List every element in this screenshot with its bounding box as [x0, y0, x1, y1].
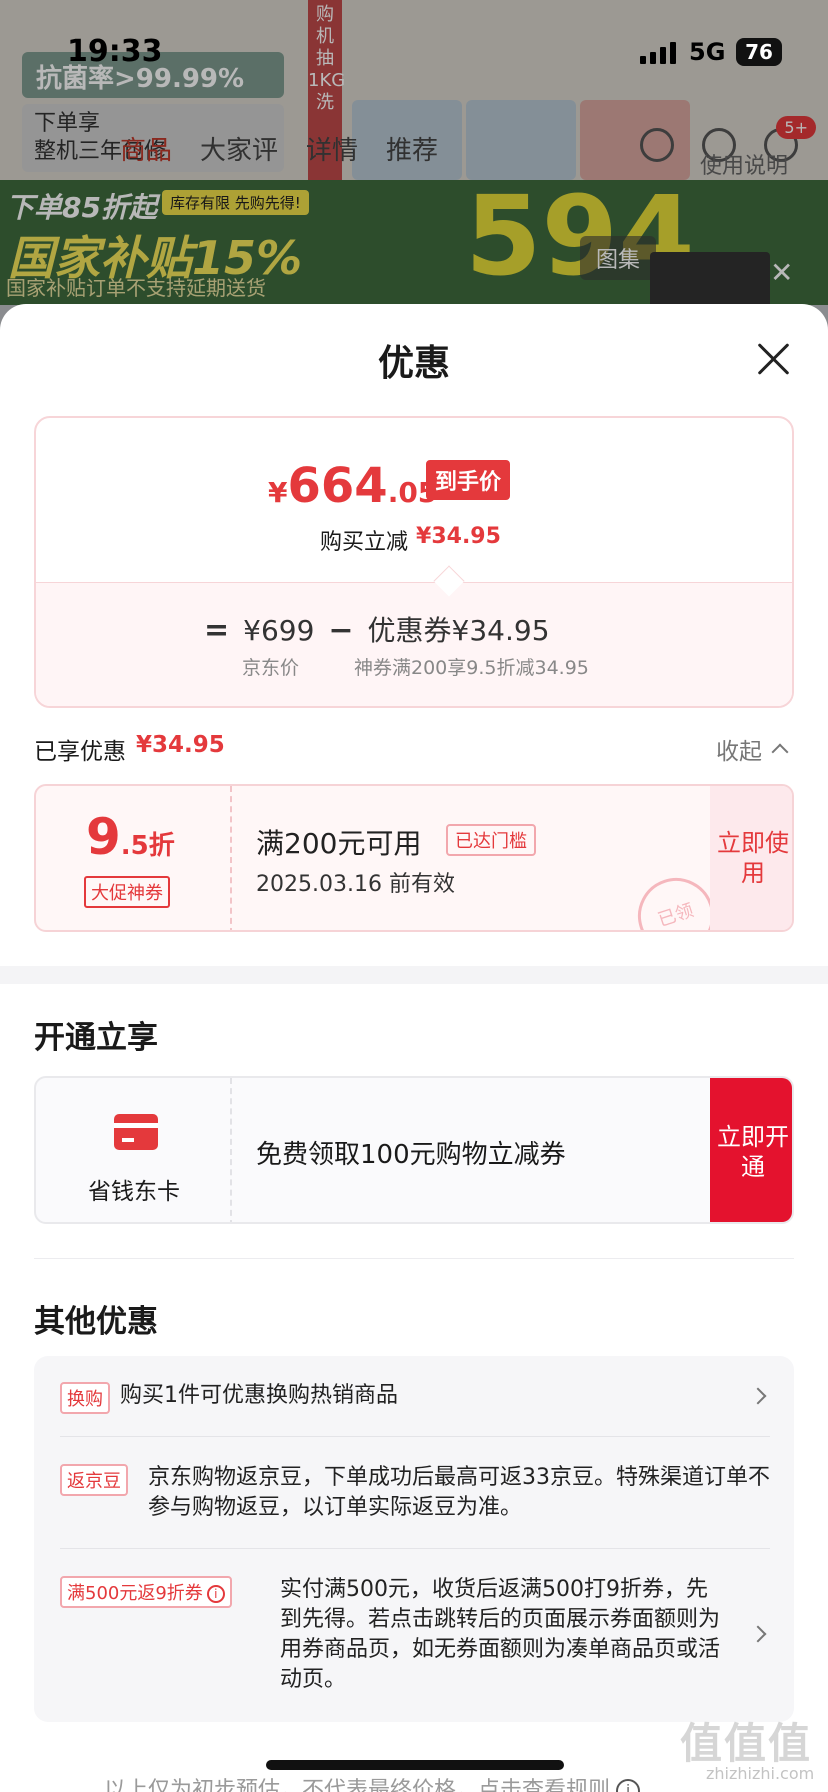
offer-tag: 满500元返9折券 i	[60, 1576, 232, 1608]
coupon-threshold-badge: 已达门槛	[446, 824, 536, 856]
disclaimer-text: 以上仅为初步预估，不代表最终价格，点击查看规则	[104, 1778, 611, 1792]
coupon-condition: 满200元可用	[256, 827, 422, 860]
info-icon[interactable]: i	[206, 1585, 225, 1603]
price-summary-card: ¥ 664 .05 到手价 购买立减 ¥34.95 = ¥699 − 优惠券¥3…	[34, 416, 794, 708]
chevron-up-icon	[771, 743, 789, 761]
offer-row-jingdou: 返京豆 京东购物返京豆，下单成功后最高可返33京豆。特殊渠道订单不参与购物返豆，…	[60, 1462, 770, 1526]
offer-text: 京东购物返京豆，下单成功后最高可返33京豆。特殊渠道订单不参与购物返豆，以订单实…	[148, 1465, 770, 1520]
enjoyed-label: 已享优惠	[34, 739, 126, 765]
price-formula: = ¥699 − 优惠券¥34.95 京东价 神券满200享9.5折减34.95	[36, 582, 792, 706]
watermark-url: zhizhizhi.com	[706, 1764, 815, 1783]
offer-row-exchange[interactable]: 换购 购买1件可优惠换购热销商品	[60, 1380, 770, 1414]
offer-tag: 换购	[60, 1382, 110, 1414]
offer-separator	[60, 1436, 770, 1437]
price-integer: 664	[287, 458, 388, 514]
membership-left: 省钱东卡	[36, 1078, 232, 1222]
offer-row-return-coupon[interactable]: 满500元返9折券 i 实付满500元，收货后返满500打9折券，先到先得。若点击…	[60, 1574, 770, 1698]
offer-text: 实付满500元，收货后返满500打9折券，先到先得。若点击跳转后的页面展示券面额…	[280, 1577, 721, 1692]
offer-text: 购买1件可优惠换购热销商品	[120, 1383, 398, 1408]
discount-sheet: 优惠 ¥ 664 .05 到手价 购买立减 ¥34.95 = ¥699 − 优惠…	[0, 304, 828, 1792]
membership-card: 省钱东卡 免费领取100元购物立减券 立即开通	[34, 1076, 794, 1224]
final-price: ¥ 664 .05	[268, 458, 437, 514]
chevron-right-icon	[749, 1387, 767, 1405]
membership-description: 免费领取100元购物立减券	[256, 1140, 566, 1170]
formula-minus: −	[328, 613, 354, 648]
offer-tag-label: 满500元返9折券	[67, 1583, 203, 1604]
jd-price: ¥699	[243, 614, 315, 647]
watermark-logo: 值值值	[680, 1719, 813, 1768]
sheet-title: 优惠	[377, 343, 450, 384]
section-divider	[34, 1258, 794, 1259]
coupon-type: 大促神券	[84, 876, 170, 908]
coupon-card: 9 .5折 大促神券 满200元可用 已达门槛 2025.03.16 前有效 已…	[34, 784, 794, 932]
coupon-discount: 9 .5折	[86, 808, 175, 866]
coupon-caption: 神券满200享9.5折减34.95	[354, 657, 589, 679]
price-currency: ¥	[268, 476, 288, 509]
battery-icon: 76	[736, 38, 782, 66]
disclaimer[interactable]: 以上仅为初步预估，不代表最终价格，点击查看规则 i	[104, 1772, 641, 1792]
offer-separator	[60, 1548, 770, 1549]
status-time: 19:33	[67, 34, 163, 69]
other-section-heading: 其他优惠	[34, 1304, 158, 1340]
status-bar: 19:33 5G 76	[0, 0, 828, 104]
other-offers-card: 换购 购买1件可优惠换购热销商品 返京豆 京东购物返京豆，下单成功后最高可返33…	[34, 1356, 794, 1722]
use-coupon-button[interactable]: 立即使用	[710, 786, 792, 930]
collapse-button[interactable]: 收起	[716, 732, 789, 766]
card-icon	[114, 1114, 158, 1150]
collapse-label: 收起	[716, 739, 762, 765]
instant-cut: 购买立减 ¥34.95	[320, 524, 501, 556]
final-price-tag: 到手价	[426, 460, 511, 500]
info-icon: i	[616, 1779, 641, 1792]
offer-tag: 返京豆	[60, 1464, 128, 1496]
formula-equals: =	[204, 613, 230, 648]
enjoyed-discount: 已享优惠 ¥34.95	[34, 732, 225, 766]
chevron-right-icon	[749, 1625, 767, 1643]
membership-name: 省钱东卡	[88, 1179, 180, 1205]
signal-icon	[640, 42, 676, 64]
coupon-amount: 优惠券¥34.95	[367, 614, 550, 647]
network-type: 5G	[689, 38, 726, 66]
jd-price-caption: 京东价	[242, 657, 300, 679]
instant-cut-label: 购买立减	[320, 530, 409, 555]
enjoyed-value: ¥34.95	[136, 732, 225, 758]
section-divider	[0, 966, 828, 984]
formula-line: = ¥699 − 优惠券¥34.95	[204, 609, 550, 649]
coupon-discount-dec: .5折	[120, 831, 175, 861]
open-membership-button[interactable]: 立即开通	[710, 1078, 792, 1222]
home-indicator[interactable]	[266, 1760, 564, 1770]
coupon-validity: 2025.03.16 前有效	[256, 872, 455, 897]
close-icon[interactable]	[756, 342, 790, 376]
instant-cut-value: ¥34.95	[416, 524, 501, 549]
coupon-left: 9 .5折 大促神券	[36, 786, 232, 930]
open-section-heading: 开通立享	[34, 1020, 158, 1056]
coupon-discount-int: 9	[86, 808, 121, 866]
